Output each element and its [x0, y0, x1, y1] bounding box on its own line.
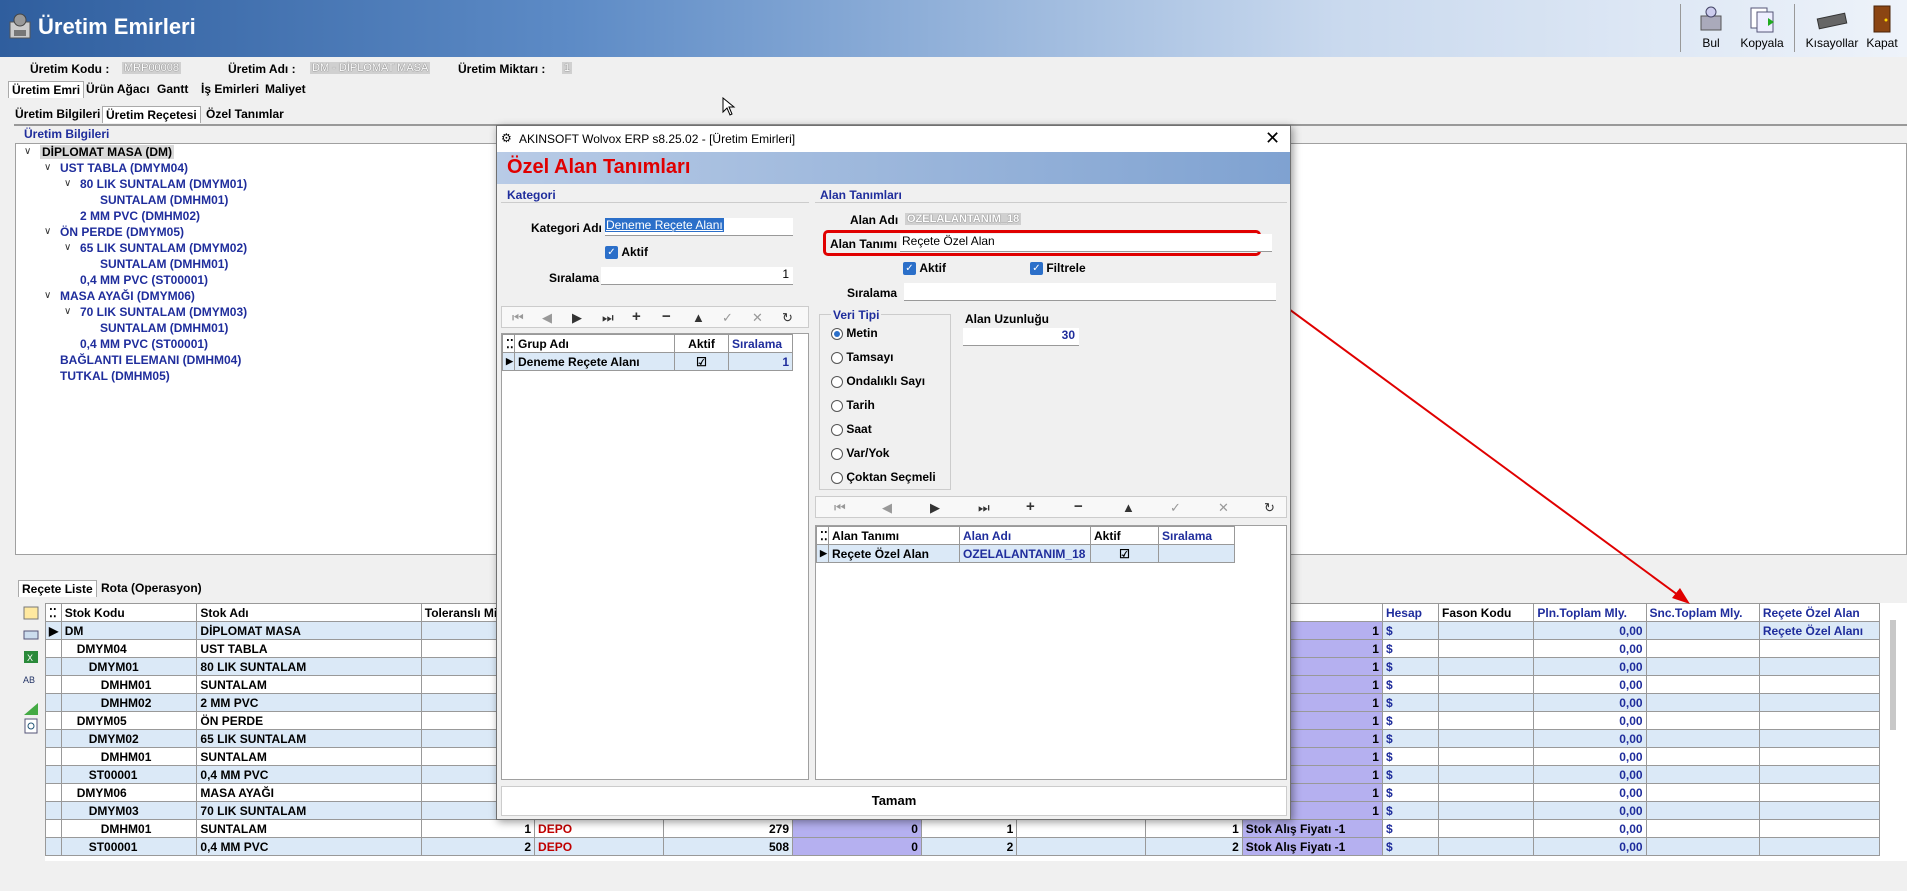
dialog-gear-icon: ⚙	[501, 131, 512, 145]
dialog-banner-title: Özel Alan Tanımları	[507, 156, 691, 178]
category-name-input[interactable]: Deneme Reçete Alanı	[605, 218, 793, 236]
category-order-label: Sıralama	[549, 271, 600, 285]
delete-record-icon[interactable]: −	[662, 308, 671, 325]
cancel-record-icon[interactable]: ✕	[752, 310, 763, 326]
first-record-icon[interactable]: ⏮	[834, 500, 846, 516]
add-record-icon[interactable]: +	[1026, 498, 1035, 515]
data-type-radio-integer[interactable]: Tamsayı	[831, 350, 893, 364]
category-name-label: Kategori Adı	[531, 221, 602, 235]
col-active[interactable]: Aktif	[1090, 526, 1159, 545]
ok-button[interactable]: Tamam	[501, 786, 1287, 816]
add-record-icon[interactable]: +	[632, 308, 641, 325]
col-field-name[interactable]: Alan Adı	[959, 526, 1091, 545]
refresh-icon[interactable]: ↻	[782, 310, 793, 326]
field-name-value: OZELALANTANIM_18	[905, 213, 1022, 225]
delete-record-icon[interactable]: −	[1074, 498, 1083, 515]
save-record-icon[interactable]: ✓	[1170, 500, 1181, 516]
field-row[interactable]: ▶ Reçete Özel Alan OZELALANTANIM_18 ☑	[816, 544, 1235, 563]
field-nav-bar: ⏮ ◀ ▶ ⏭ + − ▲ ✓ ✕ ↻	[815, 496, 1287, 518]
field-length-input[interactable]: 30	[963, 328, 1079, 346]
category-nav-bar: ⏮ ◀ ▶ ⏭ + − ▲ ✓ ✕ ↻	[501, 306, 809, 328]
data-type-radio-decimal[interactable]: Ondalıklı Sayı	[831, 374, 925, 388]
edit-record-icon[interactable]: ▲	[1122, 500, 1135, 515]
last-record-icon[interactable]: ⏭	[978, 500, 990, 516]
next-record-icon[interactable]: ▶	[930, 500, 940, 516]
field-active-checkbox[interactable]: ✓ Aktif	[903, 261, 946, 276]
data-type-radio-text[interactable]: Metin	[831, 326, 878, 340]
dialog-titlebar: ⚙ AKINSOFT Wolvox ERP s8.25.02 - [Üretim…	[497, 126, 1290, 152]
prev-record-icon[interactable]: ◀	[542, 310, 552, 326]
save-record-icon[interactable]: ✓	[722, 310, 733, 326]
field-length-label: Alan Uzunluğu	[965, 312, 1049, 326]
refresh-icon[interactable]: ↻	[1264, 500, 1275, 516]
dialog-close-icon[interactable]: ✕	[1265, 128, 1280, 149]
data-type-radio-multiple-choice[interactable]: Çoktan Seçmeli	[831, 470, 936, 484]
last-record-icon[interactable]: ⏭	[602, 310, 614, 326]
category-grid: ⁚⁚ Grup Adı Aktif Sıralama ▶ Deneme Reçe…	[501, 333, 809, 780]
field-definition-label: Alan Tanımı	[830, 237, 898, 251]
col-order[interactable]: Sıralama	[728, 334, 793, 353]
next-record-icon[interactable]: ▶	[572, 310, 582, 326]
field-name-label: Alan Adı	[850, 213, 899, 227]
first-record-icon[interactable]: ⏮	[512, 310, 524, 326]
col-active[interactable]: Aktif	[674, 334, 729, 353]
col-order[interactable]: Sıralama	[1158, 526, 1235, 545]
col-field-definition[interactable]: Alan Tanımı	[828, 526, 960, 545]
data-type-radio-time[interactable]: Saat	[831, 422, 872, 436]
field-definition-input[interactable]: Reçete Özel Alan	[900, 234, 1272, 252]
category-active-checkbox[interactable]: ✓ Aktif	[605, 245, 648, 260]
dialog-window-title: AKINSOFT Wolvox ERP s8.25.02 - [Üretim E…	[519, 132, 796, 146]
cancel-record-icon[interactable]: ✕	[1218, 500, 1229, 516]
data-type-label: Veri Tipi	[831, 308, 882, 322]
col-group-name[interactable]: Grup Adı	[514, 334, 675, 353]
field-grid: ⁚⁚ Alan Tanımı Alan Adı Aktif Sıralama ▶…	[815, 525, 1287, 780]
custom-field-dialog: ⚙ AKINSOFT Wolvox ERP s8.25.02 - [Üretim…	[496, 125, 1291, 820]
category-section-title: Kategori	[507, 188, 556, 202]
field-section-title: Alan Tanımları	[820, 188, 902, 202]
category-order-input[interactable]: 1	[601, 267, 793, 285]
field-filter-checkbox[interactable]: ✓ Filtrele	[1030, 261, 1086, 276]
data-type-radio-date[interactable]: Tarih	[831, 398, 875, 412]
prev-record-icon[interactable]: ◀	[882, 500, 892, 516]
mouse-cursor-icon	[722, 97, 736, 116]
edit-record-icon[interactable]: ▲	[692, 310, 705, 325]
field-order-label: Sıralama	[847, 286, 898, 300]
dialog-banner: Özel Alan Tanımları	[497, 152, 1290, 184]
field-order-input[interactable]	[904, 283, 1276, 301]
category-row[interactable]: ▶ Deneme Reçete Alanı ☑ 1	[502, 352, 793, 371]
data-type-radio-boolean[interactable]: Var/Yok	[831, 446, 889, 460]
